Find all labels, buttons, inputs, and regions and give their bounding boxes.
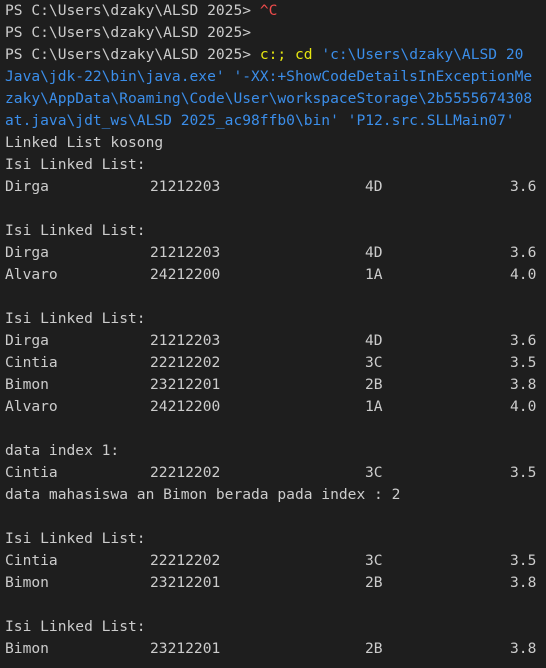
row-name: Dirga [5,332,49,349]
prompt: PS C:\Users\dzaky\ALSD 2025> [5,24,260,41]
list-row: Bimon 23212201 2B 3.8 [5,374,546,396]
list-row: Alvaro 24212200 1A 4.0 [5,396,546,418]
list-row: Cintia 22212202 3C 3.5 [5,462,546,484]
command-wrap-line-3: zaky\AppData\Roaming\Code\User\workspace… [5,90,533,107]
row-nim: 21212203 [150,178,221,195]
list-header: Isi Linked List: [5,618,146,635]
list-row: Bimon 23212201 2B 3.8 [5,638,546,660]
command-flag: '-XX:+ShowCodeDetailsInExceptionMe [224,68,533,85]
list-header: Isi Linked List: [5,530,146,547]
list-row: Alvaro 24212200 1A 4.0 [5,264,546,286]
list-header: Isi Linked List: [5,310,146,327]
prompt-line-empty: PS C:\Users\dzaky\ALSD 2025> [5,22,546,44]
index-label: data index 1: [5,442,120,459]
row-kelas: 4D [365,332,383,349]
list-row: Dirga 21212203 4D 3.6 [5,242,546,264]
row-nim: 23212201 [150,376,221,393]
row-ipk: 3.5 [510,354,537,371]
row-ipk: 3.8 [510,640,537,657]
prompt-line-interrupt: PS C:\Users\dzaky\ALSD 2025> ^C [5,0,546,22]
row-nim: 23212201 [150,640,221,657]
row-ipk: 3.6 [510,332,537,349]
row-kelas: 2B [365,574,383,591]
row-ipk: 4.0 [510,398,537,415]
row-nim: 22212202 [150,354,221,371]
row-name: Alvaro [5,266,58,283]
row-kelas: 1A [365,398,383,415]
row-name: Bimon [5,376,49,393]
row-kelas: 2B [365,640,383,657]
row-nim: 24212200 [150,398,221,415]
row-nim: 24212200 [150,266,221,283]
interrupt-text: ^C [259,2,278,19]
prompt: PS C:\Users\dzaky\ALSD 2025> [5,46,260,63]
row-name: Cintia [5,354,58,371]
row-name: Cintia [5,464,58,481]
row-name: Dirga [5,244,49,261]
command-java-path: Java\jdk-22\bin\java.exe' [5,68,225,85]
row-kelas: 2B [365,376,383,393]
row-ipk: 4.0 [510,266,537,283]
row-kelas: 4D [365,178,383,195]
row-nim: 22212202 [150,464,221,481]
command-line: PS C:\Users\dzaky\ALSD 2025> c:; cd 'c:\… [5,44,546,66]
list-row: Dirga 21212203 4D 3.6 [5,330,546,352]
row-name: Cintia [5,552,58,569]
command-path-arg: 'c:\Users\dzaky\ALSD 20 [321,46,524,63]
row-ipk: 3.8 [510,376,537,393]
row-ipk: 3.8 [510,574,537,591]
row-name: Bimon [5,640,49,657]
row-kelas: 4D [365,244,383,261]
list-header: Isi Linked List: [5,156,146,173]
list-row: Cintia 22212202 3C 3.5 [5,352,546,374]
row-nim: 23212201 [150,574,221,591]
row-kelas: 3C [365,552,383,569]
row-name: Alvaro [5,398,58,415]
command-run: c:; cd [259,46,313,63]
row-name: Bimon [5,574,49,591]
row-nim: 22212202 [150,552,221,569]
row-ipk: 3.5 [510,552,537,569]
row-kelas: 3C [365,464,383,481]
row-name: Dirga [5,178,49,195]
row-kelas: 1A [365,266,383,283]
prompt: PS C:\Users\dzaky\ALSD 2025> [5,2,260,19]
command-wrap-line-4: at.java\jdt_ws\ALSD 2025_ac98ffb0\bin' '… [5,112,515,129]
empty-list-message: Linked List kosong [5,134,164,151]
row-ipk: 3.6 [510,178,537,195]
row-nim: 21212203 [150,244,221,261]
list-row: Cintia 22212202 3C 3.5 [5,550,546,572]
row-nim: 21212203 [150,332,221,349]
row-kelas: 3C [365,354,383,371]
command-wrap-line-2: Java\jdk-22\bin\java.exe' '-XX:+ShowCode… [5,66,546,88]
row-ipk: 3.6 [510,244,537,261]
list-header: Isi Linked List: [5,222,146,239]
list-row: Bimon 23212201 2B 3.8 [5,572,546,594]
list-row: Dirga 21212203 4D 3.6 [5,176,546,198]
search-result-message: data mahasiswa an Bimon berada pada inde… [5,486,401,503]
row-ipk: 3.5 [510,464,537,481]
terminal-output[interactable]: PS C:\Users\dzaky\ALSD 2025> ^C PS C:\Us… [5,0,546,660]
